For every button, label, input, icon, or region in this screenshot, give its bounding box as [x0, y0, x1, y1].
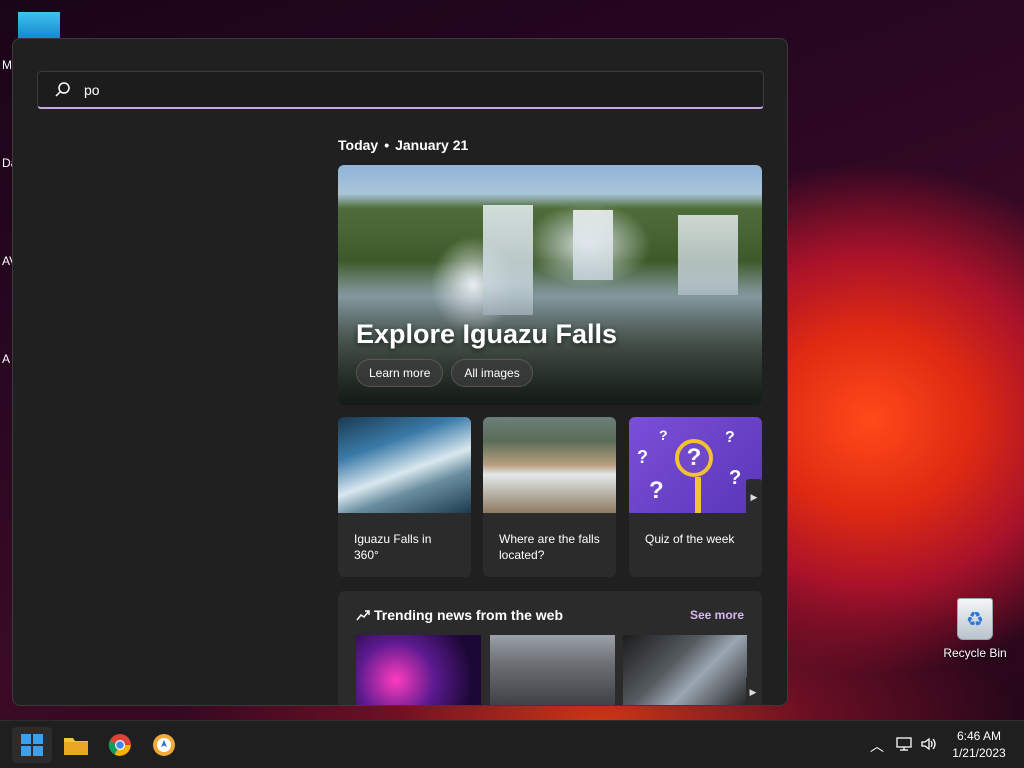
folder-icon — [64, 738, 88, 755]
taskbar: ︿ 6:46 AM 1/21/2023 — [0, 720, 1024, 768]
cards-next-arrow-icon[interactable]: ▶ — [746, 479, 762, 515]
news-thumbnail[interactable] — [490, 635, 615, 705]
tray-chevron-up-icon[interactable]: ︿ — [870, 736, 884, 756]
trending-title: Trending news from the web — [374, 607, 564, 623]
hero-image-waterfall — [678, 215, 738, 295]
desktop-label-4: A — [2, 352, 11, 366]
clock[interactable]: 6:46 AM 1/21/2023 — [946, 728, 1012, 762]
card-label: Where are the falls located? — [499, 532, 600, 562]
search-icon — [55, 81, 70, 97]
news-thumbnail[interactable] — [356, 635, 481, 705]
file-explorer-button[interactable] — [56, 727, 96, 763]
card-falls-location[interactable]: Where are the falls located? — [483, 417, 616, 577]
hero-title: Explore Iguazu Falls — [356, 319, 618, 349]
trending-arrow-icon — [356, 610, 370, 621]
today-header: Today • January 21 — [338, 137, 468, 153]
browser-button[interactable] — [144, 727, 184, 763]
today-label: Today — [338, 137, 379, 153]
recycle-bin[interactable]: ♻ Recycle Bin — [940, 598, 1010, 660]
recycle-bin-label: Recycle Bin — [943, 646, 1007, 660]
volume-icon[interactable] — [920, 735, 938, 753]
search-input[interactable] — [84, 81, 684, 98]
question-mark-icon: ? — [637, 447, 648, 467]
trending-news: Trending news from the web See more ▶ — [338, 591, 762, 705]
windows-logo-icon — [21, 734, 43, 756]
card-image — [483, 417, 616, 513]
quiz-image: ? ? ? ? ? ? — [629, 417, 762, 513]
see-more-link[interactable]: See more — [690, 608, 744, 622]
desktop-label-1: M — [2, 58, 12, 72]
question-mark-icon: ? — [725, 429, 735, 446]
browser-icon — [153, 734, 175, 756]
today-separator: • — [384, 137, 390, 153]
search-box[interactable] — [37, 71, 764, 109]
question-mark-icon: ? — [659, 427, 668, 443]
card-label: Quiz of the week — [645, 532, 735, 546]
question-mark-icon: ? — [729, 467, 742, 489]
hero-image-waterfall — [573, 210, 613, 280]
hero-card[interactable]: Explore Iguazu Falls Learn more All imag… — [338, 165, 762, 405]
magnifier-icon: ? — [675, 439, 713, 477]
card-image — [338, 417, 471, 513]
recycle-bin-icon: ♻ — [957, 598, 993, 640]
trending-header: Trending news from the web — [356, 607, 563, 623]
learn-more-button[interactable]: Learn more — [356, 359, 444, 387]
card-quiz[interactable]: ? ? ? ? ? ? Quiz of the week — [629, 417, 762, 577]
clock-date: 1/21/2023 — [952, 746, 1006, 760]
question-mark-icon: ? — [649, 477, 664, 504]
search-panel: Today • January 21 Explore Iguazu Falls Le… — [12, 38, 788, 706]
magnifier-handle — [695, 477, 701, 513]
card-label: Iguazu Falls in 360° — [354, 532, 432, 562]
all-images-button[interactable]: All images — [451, 359, 533, 387]
network-icon[interactable] — [896, 735, 914, 753]
clock-time: 6:46 AM — [956, 729, 1002, 743]
trending-next-arrow-icon[interactable]: ▶ — [746, 677, 760, 705]
topic-cards: Iguazu Falls in 360° Where are the falls… — [338, 417, 762, 577]
desktop-icon-top[interactable] — [18, 12, 60, 40]
card-iguazu-360[interactable]: Iguazu Falls in 360° — [338, 417, 471, 577]
chrome-button[interactable] — [100, 727, 140, 763]
start-button[interactable] — [12, 727, 52, 763]
chrome-icon — [108, 734, 131, 756]
today-date: January 21 — [395, 137, 469, 153]
news-thumbnail[interactable] — [623, 635, 747, 705]
